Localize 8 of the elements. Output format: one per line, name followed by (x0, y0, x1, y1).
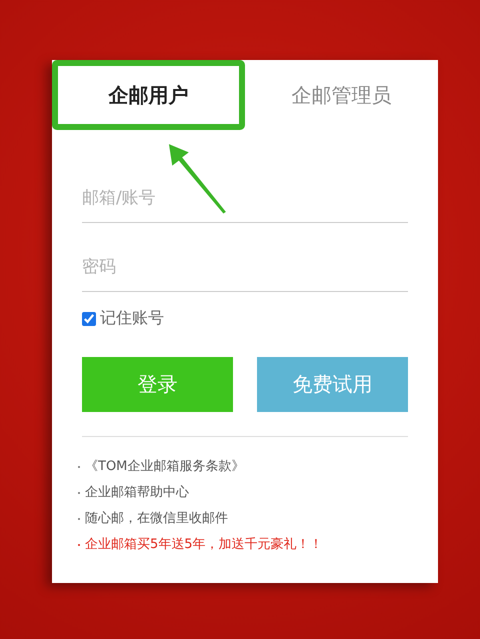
checkbox-label: 记住账号 (100, 308, 164, 329)
checkbox[interactable] (82, 312, 96, 326)
link[interactable]: 《TOM企业邮箱服务条款》 (85, 457, 244, 476)
link[interactable]: 企业邮箱帮助中心 (85, 483, 189, 502)
link[interactable]: 企业邮箱买5年送5年，加送千元豪礼！！ (85, 535, 323, 554)
tab[interactable]: 企邮用户 (52, 60, 245, 130)
tab[interactable]: 企邮管理员 (245, 60, 438, 130)
link[interactable]: 随心邮，在微信里收邮件 (85, 509, 228, 528)
